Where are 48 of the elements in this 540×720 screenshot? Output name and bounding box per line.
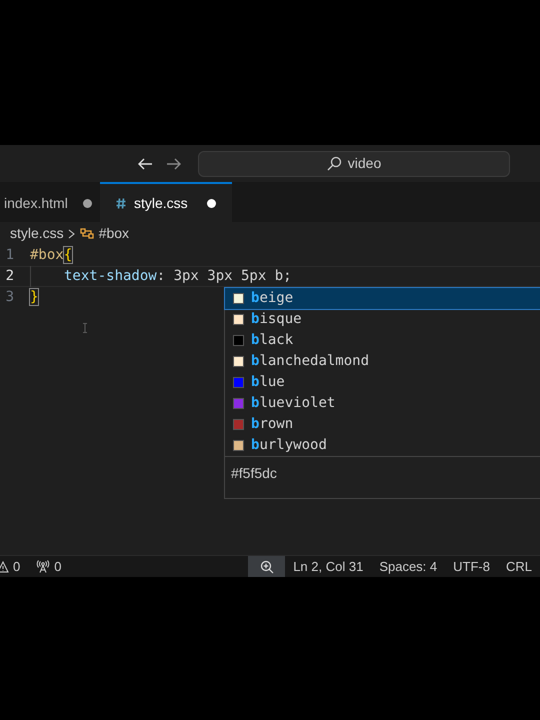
status-item[interactable]: CRL — [498, 556, 540, 576]
status-item[interactable]: Spaces: 4 — [371, 556, 446, 576]
suggestion-label: burlywood — [251, 436, 327, 455]
hash-icon — [116, 198, 126, 208]
suggestion-label: b rown — [251, 415, 294, 434]
status-item[interactable]: Ln 2, Col 31 — [285, 556, 372, 576]
command-search-field[interactable]: video — [198, 150, 510, 176]
suggestion-label: beige — [251, 289, 294, 308]
text-cursor-icon — [82, 323, 88, 333]
suggestion-item[interactable]: blue — [225, 372, 540, 393]
suggestion-item[interactable]: beige — [225, 288, 540, 309]
suggestion-item[interactable]: blanchedalmond — [225, 351, 540, 372]
search-text: video — [348, 154, 382, 173]
suggestion-item[interactable]: burlywood — [225, 435, 540, 456]
status-item[interactable]: 0 — [0, 556, 20, 576]
suggestion-label: black — [251, 331, 294, 350]
breadcrumb-item[interactable]: #box — [98, 223, 130, 244]
suggestion-label: blue — [251, 373, 285, 392]
tab-label: index.html — [4, 194, 68, 212]
suggestion-item[interactable]: blueviolet — [225, 393, 540, 414]
antenna-icon — [36, 560, 50, 573]
breadcrumb-item[interactable]: style.css — [10, 223, 64, 244]
line-number: 3 — [4, 288, 15, 307]
editor-tab[interactable]: style.css — [100, 182, 232, 222]
suggestion-item[interactable]: black — [225, 330, 540, 351]
status-count: 0 — [54, 558, 62, 576]
line-number: 1 — [4, 246, 15, 265]
color-detail: #f5f5dc — [231, 465, 277, 481]
search-icon — [326, 156, 342, 171]
code-line: } — [30, 288, 38, 307]
status-item[interactable]: UTF-8 — [445, 556, 498, 576]
zoom-in-icon — [260, 560, 274, 574]
status-count: 0 — [13, 558, 20, 576]
suggestion-item[interactable]: b rown — [225, 414, 540, 435]
code-line: text-shadow: 3px 3px 5px b; — [64, 267, 292, 286]
warning-icon — [0, 560, 9, 572]
tab-label: style.css — [134, 194, 188, 213]
zoom-button[interactable] — [248, 556, 286, 577]
forward-arrow-icon[interactable] — [166, 156, 182, 170]
suggestion-label: blueviolet — [251, 394, 336, 413]
suggestion-item[interactable]: bisque — [225, 309, 540, 330]
back-arrow-icon[interactable] — [137, 156, 153, 170]
chevron-icon — [68, 228, 75, 238]
line-number: 2 — [4, 267, 15, 286]
suggestion-label: blanchedalmond — [251, 352, 370, 371]
suggestion-label: bisque — [251, 310, 302, 329]
status-item[interactable]: 0 — [36, 556, 62, 576]
code-line: #box{ — [30, 246, 72, 265]
